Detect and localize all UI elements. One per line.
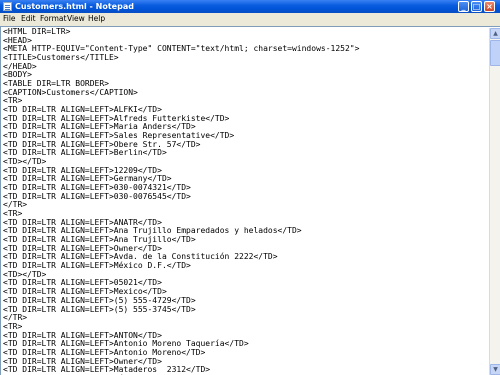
text-editor[interactable]: <HTML DIR=LTR> <HEAD> <META HTTP-EQUIV="Co… xyxy=(0,26,500,375)
window-title: Customers.html - Notepad xyxy=(15,2,134,11)
notepad-window: Customers.html - Notepad _ □ × File Edit… xyxy=(0,0,500,375)
menu-file[interactable]: File xyxy=(3,13,16,24)
maximize-button[interactable]: □ xyxy=(471,1,482,12)
scroll-down-icon[interactable]: ▼ xyxy=(490,364,500,375)
menu-help[interactable]: Help xyxy=(88,13,105,24)
minimize-button[interactable]: _ xyxy=(458,1,469,12)
text-line[interactable]: <TD DIR=LTR ALIGN=LEFT>(5) 555-3745</TD> xyxy=(3,305,488,315)
menu-bar: File Edit Format View Help xyxy=(0,13,500,24)
menu-view[interactable]: View xyxy=(67,13,85,24)
notepad-icon[interactable] xyxy=(3,2,12,11)
scroll-up-icon[interactable]: ▲ xyxy=(490,28,500,39)
text-line[interactable]: </TR> xyxy=(3,313,488,323)
menu-format[interactable]: Format xyxy=(40,13,66,24)
document-text[interactable]: <HTML DIR=LTR> <HEAD> <META HTTP-EQUIV="Co… xyxy=(2,28,488,375)
text-line[interactable]: <TD DIR=LTR ALIGN=LEFT>México D.F.</TD> xyxy=(3,261,488,271)
text-line[interactable]: <TD DIR=LTR ALIGN=LEFT>030-0076545</TD> xyxy=(3,192,488,202)
menu-edit[interactable]: Edit xyxy=(21,13,36,24)
text-line[interactable]: </HEAD> xyxy=(3,62,488,72)
text-line[interactable]: <TD DIR=LTR ALIGN=LEFT>Berlin</TD> xyxy=(3,149,488,158)
close-button[interactable]: × xyxy=(484,1,495,12)
text-line[interactable]: <HTML DIR=LTR> xyxy=(3,28,488,37)
scroll-thumb[interactable] xyxy=(490,40,500,66)
text-line[interactable]: <TITLE>Customers</TITLE> xyxy=(3,53,488,63)
text-line[interactable]: <CAPTION>Customers</CAPTION> xyxy=(3,88,488,98)
title-bar[interactable]: Customers.html - Notepad _ □ × xyxy=(0,0,500,13)
text-line[interactable]: </TR> xyxy=(3,201,488,210)
vertical-scrollbar[interactable]: ▲ ▼ xyxy=(489,28,500,375)
